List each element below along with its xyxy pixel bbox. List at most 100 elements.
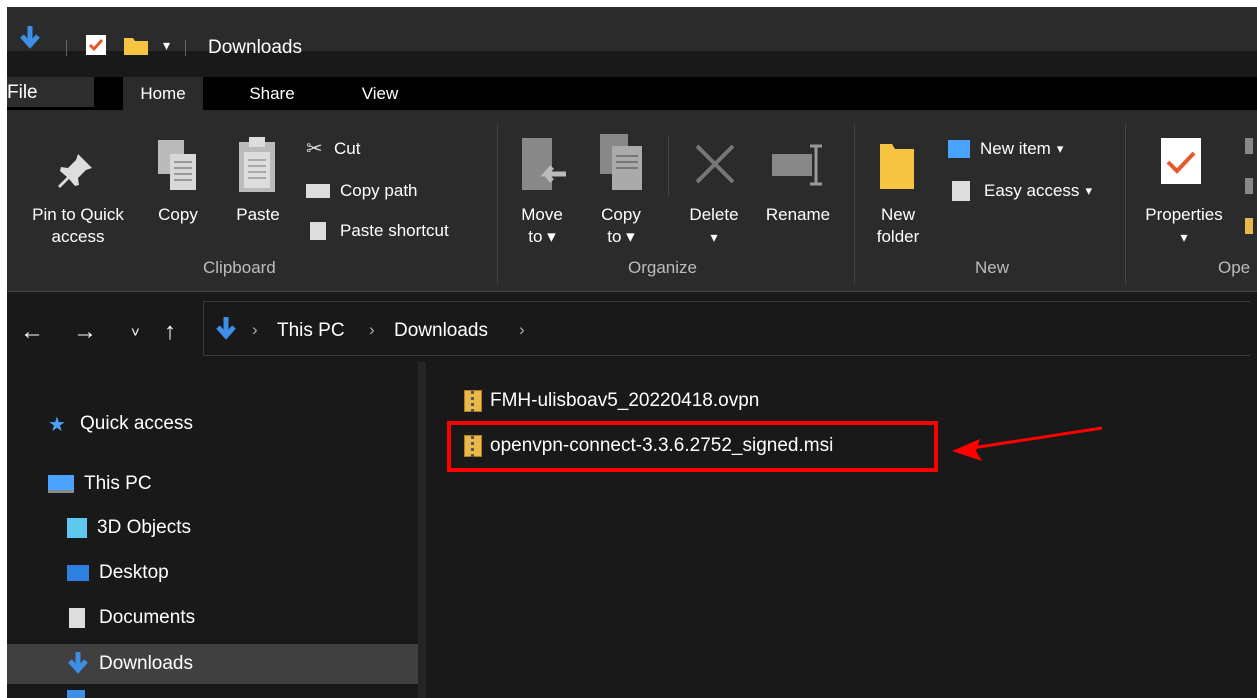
easy-access-label: Easy access [984,181,1080,200]
copy-path-label: Copy path [340,181,418,200]
open-icon [1245,138,1253,154]
chevron-down-icon: ▾ [1180,229,1188,245]
breadcrumb-downloads[interactable]: Downloads [394,320,488,342]
move-to-button[interactable]: Move to ▾ [512,204,572,248]
copy-path-button[interactable]: Copy path [306,180,418,202]
nav-item-label: Quick access [80,413,193,434]
recent-locations-chevron-icon[interactable]: ˅ [131,324,140,341]
list-item[interactable]: FMH-ulisboav5_20220418.ovpn [464,386,759,416]
forward-button[interactable]: → [73,318,97,346]
customize-toolbar-icon[interactable]: ▾ [163,37,170,54]
pin-label-line1: Pin to Quick [32,205,124,224]
nav-item-label: This PC [84,473,152,494]
new-folder-label-line2: folder [876,227,920,246]
pin-label-line2: access [51,227,105,246]
nav-item-documents[interactable]: Documents [67,598,195,638]
tab-share[interactable]: Share [232,77,312,110]
group-separator [1125,124,1126,284]
cut-label: Cut [334,139,361,158]
delete-label: Delete [689,205,739,224]
pin-to-quick-access-button[interactable]: Pin to Quick access [18,204,138,248]
breadcrumb-this-pc[interactable]: This PC [277,320,345,342]
move-label-line2: to ▾ [528,227,556,246]
edit-icon [1245,178,1253,194]
breadcrumb-chevron-icon: › [369,320,375,339]
easy-access-button[interactable]: Easy access ▾ [948,180,1092,202]
monitor-icon [48,475,74,493]
rename-button[interactable]: Rename [756,204,840,226]
music-icon [67,690,85,698]
easy-access-icon [952,181,970,201]
organize-group-label: Organize [628,258,697,277]
download-arrow-icon [216,317,236,340]
back-button[interactable]: ← [20,318,44,346]
chevron-down-icon: ▾ [1085,183,1092,198]
new-folder-icon [880,144,914,189]
new-folder-label-line1: New [880,205,915,224]
group-separator [497,124,498,284]
copy-button[interactable]: Copy [150,204,206,226]
rename-icon [772,144,822,186]
delete-button[interactable]: Delete ▾ [680,204,748,248]
paste-shortcut-icon [310,222,326,240]
tab-view[interactable]: View [340,77,420,110]
ribbon-tabs: File Home Share View [7,77,1257,110]
nav-item-label: Downloads [99,653,193,674]
nav-item-desktop[interactable]: Desktop [67,553,169,593]
nav-item-3d-objects[interactable]: 3D Objects [67,508,191,548]
move-label-line1: Move [521,205,563,224]
address-bar[interactable] [203,301,1250,356]
window-title: Downloads [208,37,302,58]
move-to-icon [522,138,566,190]
copy-to-button[interactable]: Copy to ▾ [591,204,651,248]
history-icon [1245,218,1253,234]
nav-item-downloads[interactable]: Downloads [7,644,425,684]
tab-home[interactable]: Home [123,77,203,110]
nav-item-this-pc[interactable]: This PC [48,464,152,504]
properties-button[interactable]: Properties ▾ [1135,204,1233,248]
toolbar-separator [66,40,67,56]
pane-divider[interactable] [418,362,426,698]
file-name: FMH-ulisboav5_20220418.ovpn [490,390,760,411]
breadcrumb-chevron-icon[interactable]: › [519,320,525,340]
desktop-icon [67,565,89,581]
cube-icon [67,518,87,538]
download-arrow-icon[interactable] [19,26,41,52]
delete-x-icon [695,144,735,184]
organize-separator [668,136,669,196]
copy-to-label-line1: Copy [601,205,641,224]
new-item-icon [948,140,970,158]
nav-item-label: 3D Objects [97,517,191,538]
properties-icon [1161,138,1201,184]
new-folder-icon[interactable] [123,34,149,56]
cut-button[interactable]: ✂ Cut [306,138,360,160]
document-icon [69,608,85,628]
new-item-button[interactable]: New item ▾ [948,138,1063,160]
paste-button[interactable]: Paste [228,204,288,226]
red-arrow-annotation [952,426,1103,461]
copy-to-icon [600,134,642,190]
new-group-label: New [975,258,1010,277]
star-icon: ★ [48,413,66,436]
open-group-label: Ope [1218,258,1251,277]
paste-shortcut-label: Paste shortcut [340,221,449,240]
new-folder-button[interactable]: New folder [866,204,930,248]
chevron-down-icon: ▾ [1056,141,1064,156]
copy-to-label-line2: to ▾ [607,227,635,246]
nav-item-quick-access[interactable]: ★ Quick access [48,404,193,444]
highlight-box [447,421,938,472]
paste-shortcut-button[interactable]: Paste shortcut [306,220,449,242]
title-bar [7,7,1257,51]
up-button[interactable]: ↑ [164,318,176,346]
nav-item-label: Documents [99,607,196,628]
compressed-file-icon [464,390,482,412]
scissors-icon: ✂ [306,138,323,160]
new-item-label: New item [980,139,1051,158]
group-separator [854,124,855,284]
breadcrumb-chevron-icon: › [252,320,258,339]
properties-check-icon[interactable] [85,34,107,56]
download-arrow-icon [68,652,88,674]
toolbar-separator [185,40,186,56]
tab-file[interactable]: File [7,77,94,107]
copy-path-icon [306,184,330,198]
